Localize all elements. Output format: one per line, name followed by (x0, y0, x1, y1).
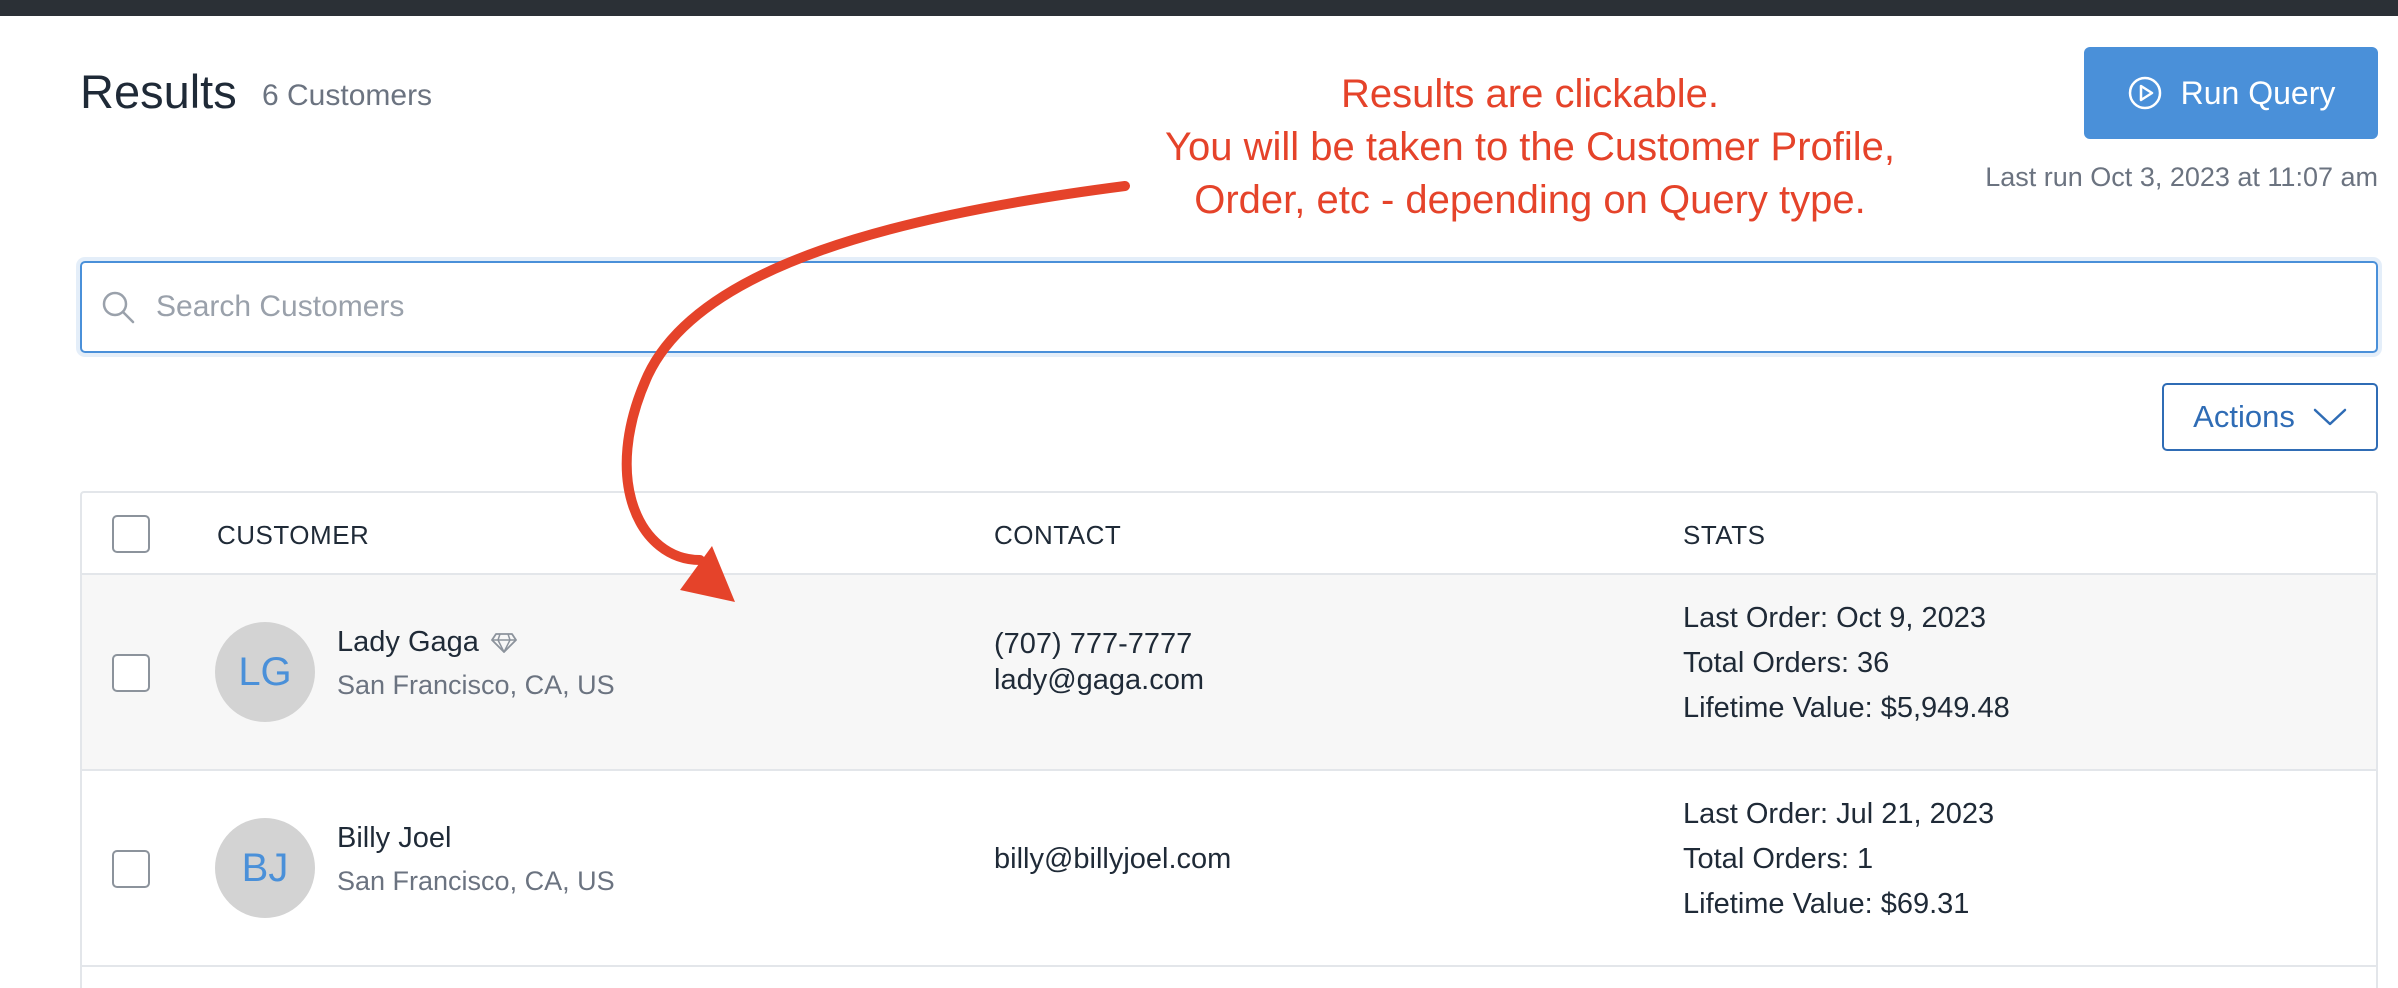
contact-phone: (707) 777-7777 (994, 628, 1193, 660)
stat-total-orders: Total Orders: 36 (1683, 647, 1890, 679)
customer-name-text: Lady Gaga (337, 626, 479, 658)
top-bar (0, 0, 2398, 16)
table-row[interactable]: BJ Billy Joel San Francisco, CA, US bill… (82, 771, 2376, 967)
row-checkbox[interactable] (112, 654, 150, 692)
table-row[interactable]: LG Lady Gaga San Francisco, CA, US (707)… (82, 575, 2376, 771)
customer-name-text: Billy Joel (337, 822, 452, 854)
contact-email: lady@gaga.com (994, 664, 1204, 696)
annotation-line-1: Results are clickable. (1341, 72, 1719, 116)
stat-last-order: Last Order: Jul 21, 2023 (1683, 798, 1995, 830)
run-query-button[interactable]: Run Query (2084, 47, 2378, 139)
run-query-label: Run Query (2180, 74, 2336, 111)
column-header-customer: CUSTOMER (217, 520, 370, 550)
search-input[interactable] (154, 276, 2376, 338)
annotation-line-2: You will be taken to the Customer Profil… (1164, 125, 1896, 169)
select-all-checkbox[interactable] (112, 515, 150, 553)
actions-label: Actions (2193, 399, 2295, 434)
stat-lifetime-value: Lifetime Value: $5,949.48 (1683, 692, 2010, 724)
results-table: CUSTOMER CONTACT STATS LG Lady Gaga San … (80, 491, 2378, 988)
annotation-line-3: Order, etc - depending on Query type. (1194, 178, 1866, 222)
row-checkbox[interactable] (112, 850, 150, 888)
stat-lifetime-value: Lifetime Value: $69.31 (1683, 888, 1970, 920)
stat-total-orders: Total Orders: 1 (1683, 843, 1874, 875)
chevron-down-icon (2313, 408, 2347, 426)
contact-email: billy@billyjoel.com (994, 843, 1232, 875)
page-title: Results (80, 65, 237, 118)
search-icon (102, 291, 135, 324)
customer-name[interactable]: Billy Joel (337, 822, 451, 855)
annotation-callout: Results are clickable. You will be taken… (1090, 68, 1970, 227)
results-page: Results 6 Customers Results are clickabl… (0, 0, 2398, 988)
last-run-timestamp: Last run Oct 3, 2023 at 11:07 am (1985, 162, 2378, 192)
play-circle-icon (2128, 76, 2161, 110)
actions-dropdown-button[interactable]: Actions (2162, 383, 2378, 451)
customer-location: San Francisco, CA, US (337, 670, 615, 700)
search-field[interactable] (80, 261, 2378, 353)
results-count: 6 Customers (262, 79, 433, 112)
customer-location: San Francisco, CA, US (337, 866, 615, 896)
diamond-icon (490, 632, 517, 653)
column-header-contact: CONTACT (994, 520, 1122, 550)
table-header: CUSTOMER CONTACT STATS (82, 493, 2376, 575)
avatar: BJ (215, 818, 315, 918)
avatar: LG (215, 622, 315, 722)
column-header-stats: STATS (1683, 520, 1766, 550)
stat-last-order: Last Order: Oct 9, 2023 (1683, 602, 1987, 634)
customer-name[interactable]: Lady Gaga (337, 626, 517, 659)
